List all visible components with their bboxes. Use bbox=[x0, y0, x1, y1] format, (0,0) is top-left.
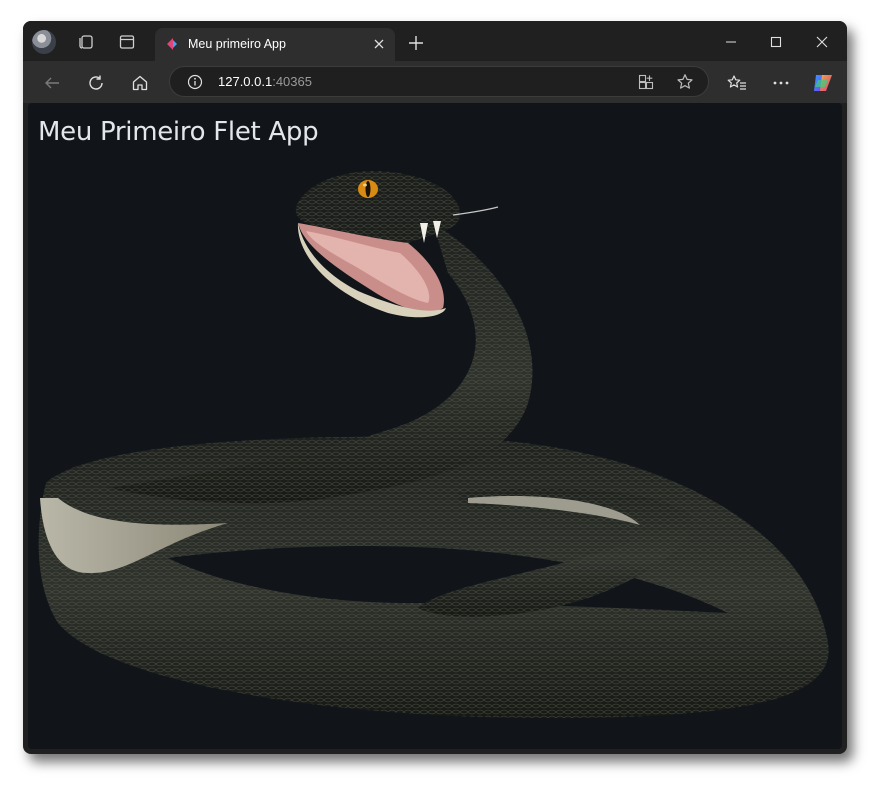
browser-toolbar: 127.0.0.1:40365 bbox=[23, 61, 847, 103]
tab-actions-icon[interactable] bbox=[116, 31, 138, 53]
app-available-icon[interactable] bbox=[636, 72, 656, 92]
back-arrow-icon[interactable] bbox=[40, 71, 64, 95]
url-text[interactable]: 127.0.0.1:40365 bbox=[218, 74, 312, 89]
tab-active[interactable]: Meu primeiro App bbox=[155, 28, 395, 61]
minimize-icon[interactable] bbox=[718, 31, 744, 53]
tab-strip: Meu primeiro App bbox=[23, 21, 847, 61]
maximize-icon[interactable] bbox=[763, 31, 789, 53]
new-tab-icon[interactable] bbox=[406, 33, 426, 53]
snake-image bbox=[38, 171, 829, 718]
copilot-icon[interactable] bbox=[811, 71, 835, 95]
url-port: :40365 bbox=[272, 74, 312, 89]
profile-avatar[interactable] bbox=[32, 30, 56, 54]
page-title: Meu Primeiro Flet App bbox=[38, 117, 319, 147]
favorite-star-icon[interactable] bbox=[675, 72, 695, 92]
site-info-icon[interactable] bbox=[186, 73, 204, 91]
page-content: Meu Primeiro Flet App bbox=[28, 103, 842, 749]
favorites-list-icon[interactable] bbox=[725, 71, 749, 95]
flet-favicon-icon bbox=[165, 37, 179, 51]
close-window-icon[interactable] bbox=[809, 31, 835, 53]
address-bar[interactable]: 127.0.0.1:40365 bbox=[169, 66, 709, 97]
more-options-icon[interactable] bbox=[769, 71, 793, 95]
home-icon[interactable] bbox=[128, 71, 152, 95]
url-host: 127.0.0.1 bbox=[218, 74, 273, 89]
tab-close-icon[interactable] bbox=[371, 36, 387, 52]
refresh-icon[interactable] bbox=[84, 71, 108, 95]
browser-window: Meu primeiro App 127.0.0.1:40365 Meu Pri… bbox=[23, 21, 847, 754]
tab-title: Meu primeiro App bbox=[188, 37, 286, 51]
workspaces-icon[interactable] bbox=[75, 31, 97, 53]
